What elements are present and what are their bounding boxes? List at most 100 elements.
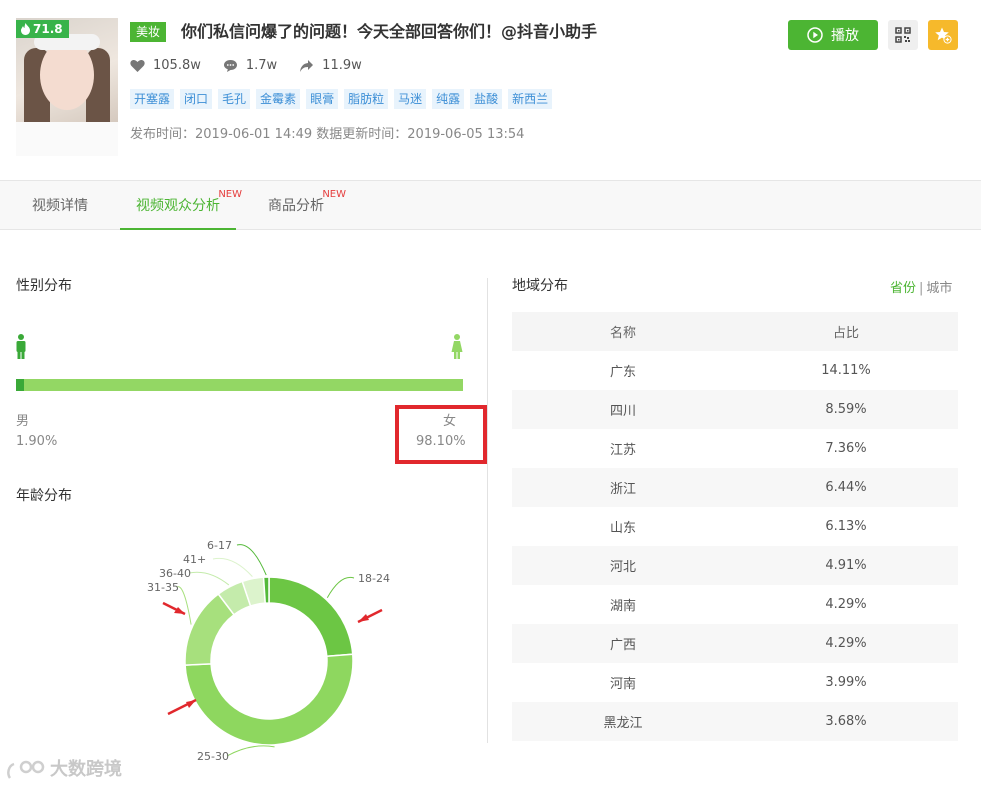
region-share: 3.68% bbox=[734, 702, 958, 741]
region-share: 8.59% bbox=[734, 390, 958, 429]
region-name: 江苏 bbox=[512, 429, 734, 468]
male-ratio-fill bbox=[16, 379, 25, 391]
province-toggle[interactable]: 省份 bbox=[890, 281, 916, 296]
heart-icon bbox=[130, 60, 145, 72]
table-row: 广东 14.11% bbox=[512, 351, 958, 390]
age-label-31-35: 31-35 bbox=[147, 581, 179, 594]
female-icon bbox=[451, 334, 463, 359]
keyword-tag[interactable]: 闭口 bbox=[180, 89, 213, 109]
column-header-name: 名称 bbox=[512, 312, 734, 351]
keyword-tag[interactable]: 毛孔 bbox=[218, 89, 251, 109]
city-toggle[interactable]: 城市 bbox=[926, 281, 952, 296]
region-name: 浙江 bbox=[512, 468, 734, 507]
page: 71.8 美妆 你们私信问爆了的问题！今天全部回答你们！@抖音小助手 105.8… bbox=[0, 0, 981, 789]
favorite-button[interactable] bbox=[928, 20, 958, 50]
table-row: 广西 4.29% bbox=[512, 624, 958, 663]
age-section-title: 年龄分布 bbox=[16, 488, 72, 504]
keyword-tag[interactable]: 马迷 bbox=[394, 89, 427, 109]
region-name: 四川 bbox=[512, 390, 734, 429]
star-add-icon bbox=[935, 27, 952, 44]
fire-icon bbox=[21, 23, 30, 35]
region-share: 4.29% bbox=[734, 585, 958, 624]
gender-ratio-bar bbox=[16, 379, 463, 391]
age-slice-25-30[interactable] bbox=[184, 653, 354, 746]
share-icon bbox=[300, 60, 314, 72]
keyword-tag[interactable]: 纯露 bbox=[432, 89, 465, 109]
comments-count: 1.7w bbox=[245, 58, 278, 73]
age-label-41+: 41+ bbox=[183, 553, 206, 566]
video-thumbnail[interactable] bbox=[16, 18, 118, 156]
region-share: 14.11% bbox=[734, 351, 958, 390]
region-table: 名称 占比 广东 14.11% 四川 8.59% 江苏 7.36% 浙江 6.44% 山… bbox=[512, 312, 958, 741]
female-highlight-annotation bbox=[395, 405, 487, 464]
likes-count: 105.8w bbox=[153, 58, 201, 73]
hot-score-badge: 71.8 bbox=[16, 20, 69, 38]
table-row: 湖南 4.29% bbox=[512, 585, 958, 624]
age-label-6-17: 6-17 bbox=[207, 539, 232, 552]
region-name: 河北 bbox=[512, 546, 734, 585]
keyword-tags: 开塞露 闭口 毛孔 金霉素 眼膏 脂肪粒 马迷 纯露 盐酸 新西兰 bbox=[130, 89, 553, 109]
table-row: 四川 8.59% bbox=[512, 390, 958, 429]
age-callout-line bbox=[236, 544, 267, 576]
likes-stat: 105.8w bbox=[130, 56, 201, 76]
keyword-tag[interactable]: 脂肪粒 bbox=[344, 89, 389, 109]
comments-stat: 1.7w bbox=[223, 56, 277, 76]
tab-label: 视频详情 bbox=[32, 198, 88, 214]
table-row: 黑龙江 3.68% bbox=[512, 702, 958, 741]
region-granularity-toggle: 省份 | 城市 bbox=[890, 279, 952, 299]
age-callout-line bbox=[176, 586, 192, 625]
male-percentage: 1.90% bbox=[16, 434, 58, 449]
age-slice-6-17[interactable] bbox=[262, 576, 270, 604]
age-label-18-24: 18-24 bbox=[358, 572, 390, 585]
qr-code-button[interactable] bbox=[888, 20, 918, 50]
toggle-separator: | bbox=[919, 281, 924, 296]
age-callout-line bbox=[188, 571, 230, 586]
keyword-tag[interactable]: 眼膏 bbox=[306, 89, 339, 109]
play-icon bbox=[807, 27, 823, 43]
watermark-text: 大数跨境 bbox=[50, 759, 122, 780]
region-share: 3.99% bbox=[734, 663, 958, 702]
keyword-tag[interactable]: 新西兰 bbox=[508, 89, 553, 109]
age-donut-chart: 18-24 25-30 31-3536-4041+6-17 bbox=[147, 539, 390, 763]
tab-video-details[interactable]: 视频详情 bbox=[16, 181, 104, 230]
gender-section-title: 性别分布 bbox=[16, 278, 72, 294]
shares-stat: 11.9w bbox=[299, 56, 362, 76]
keyword-tag[interactable]: 金霉素 bbox=[256, 89, 301, 109]
table-row: 山东 6.13% bbox=[512, 507, 958, 546]
video-title[interactable]: 你们私信问爆了的问题！今天全部回答你们！@抖音小助手 bbox=[181, 20, 597, 44]
play-button-label: 播放 bbox=[831, 28, 859, 44]
region-name: 广东 bbox=[512, 351, 734, 390]
play-button[interactable]: 播放 bbox=[788, 20, 878, 50]
region-share: 6.44% bbox=[734, 468, 958, 507]
tab-label: 视频观众分析 bbox=[136, 198, 220, 214]
table-header-row: 名称 占比 bbox=[512, 312, 958, 351]
age-label-25-30: 25-30 bbox=[197, 750, 229, 763]
analysis-tabs: 视频详情 视频观众分析 NEW 商品分析 NEW bbox=[0, 180, 981, 230]
table-row: 河南 3.99% bbox=[512, 663, 958, 702]
keyword-tag[interactable]: 盐酸 bbox=[470, 89, 503, 109]
tab-product-analysis[interactable]: 商品分析 NEW bbox=[252, 181, 346, 230]
qr-code-icon bbox=[895, 27, 911, 43]
publish-update-dates: 发布时间：2019-06-01 14:49 数据更新时间：2019-06-05 … bbox=[130, 127, 525, 142]
watermark-logo-icon bbox=[7, 760, 45, 779]
region-name: 黑龙江 bbox=[512, 702, 734, 741]
region-share: 4.29% bbox=[734, 624, 958, 663]
video-header: 71.8 美妆 你们私信问爆了的问题！今天全部回答你们！@抖音小助手 105.8… bbox=[0, 0, 981, 180]
tab-audience-analysis[interactable]: 视频观众分析 NEW bbox=[120, 181, 242, 230]
region-section-title: 地域分布 bbox=[512, 278, 568, 294]
region-share: 6.13% bbox=[734, 507, 958, 546]
age-callout-line bbox=[226, 745, 275, 757]
region-share: 7.36% bbox=[734, 429, 958, 468]
table-row: 江苏 7.36% bbox=[512, 429, 958, 468]
keyword-tag[interactable]: 开塞露 bbox=[130, 89, 175, 109]
new-badge: NEW bbox=[218, 189, 242, 200]
category-badge: 美妆 bbox=[130, 22, 167, 42]
male-label: 男 bbox=[16, 414, 30, 429]
shares-count: 11.9w bbox=[322, 58, 362, 73]
region-name: 河南 bbox=[512, 663, 734, 702]
tab-label: 商品分析 bbox=[268, 198, 324, 214]
section-divider bbox=[487, 278, 488, 743]
male-icon bbox=[16, 334, 26, 359]
age-slice-18-24[interactable] bbox=[268, 576, 354, 658]
region-name: 山东 bbox=[512, 507, 734, 546]
